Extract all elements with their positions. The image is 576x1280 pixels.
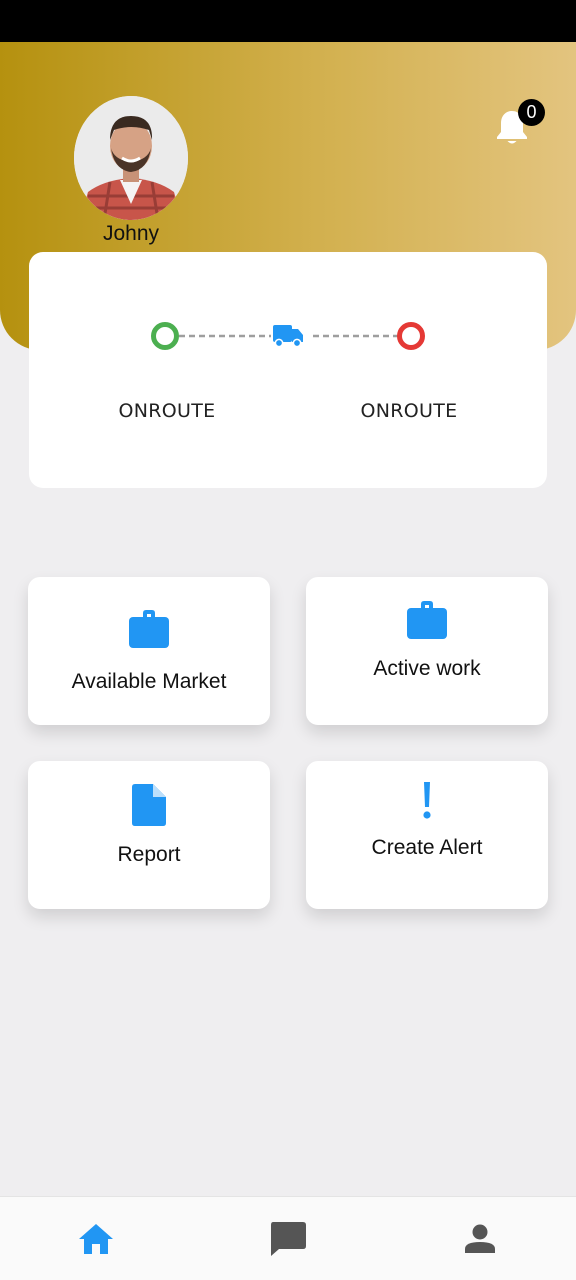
route-end-status: ONROUTE (360, 400, 458, 422)
available-market-button[interactable]: Available Market (28, 577, 270, 725)
document-icon (132, 784, 166, 826)
avatar-photo (74, 96, 188, 220)
create-alert-button[interactable]: Create Alert (306, 761, 548, 909)
route-start-status: ONROUTE (118, 400, 216, 422)
route-progress-graphic (151, 322, 425, 350)
report-button[interactable]: Report (28, 761, 270, 909)
bottom-navigation (0, 1196, 576, 1280)
user-name: Johny (102, 222, 160, 245)
exclamation-icon (422, 782, 432, 820)
nav-home[interactable] (36, 1197, 156, 1280)
nav-messages[interactable] (228, 1197, 348, 1280)
home-icon (79, 1224, 113, 1254)
chat-icon (271, 1222, 306, 1256)
route-start-marker (151, 322, 179, 350)
tile-label: Report (117, 843, 181, 866)
tile-label: Create Alert (371, 836, 483, 859)
status-bar (0, 0, 576, 42)
avatar[interactable] (74, 96, 188, 220)
nav-profile[interactable] (420, 1197, 540, 1280)
tile-label: Available Market (71, 670, 227, 693)
person-icon (465, 1224, 495, 1253)
active-work-button[interactable]: Active work (306, 577, 548, 725)
truck-icon (273, 325, 303, 348)
tile-label: Active work (373, 657, 481, 680)
route-status-card: ONROUTE ONROUTE (29, 252, 547, 488)
briefcase-icon (128, 609, 170, 649)
notification-count-badge: 0 (518, 99, 545, 126)
briefcase-icon (406, 600, 448, 640)
route-end-marker (397, 322, 425, 350)
